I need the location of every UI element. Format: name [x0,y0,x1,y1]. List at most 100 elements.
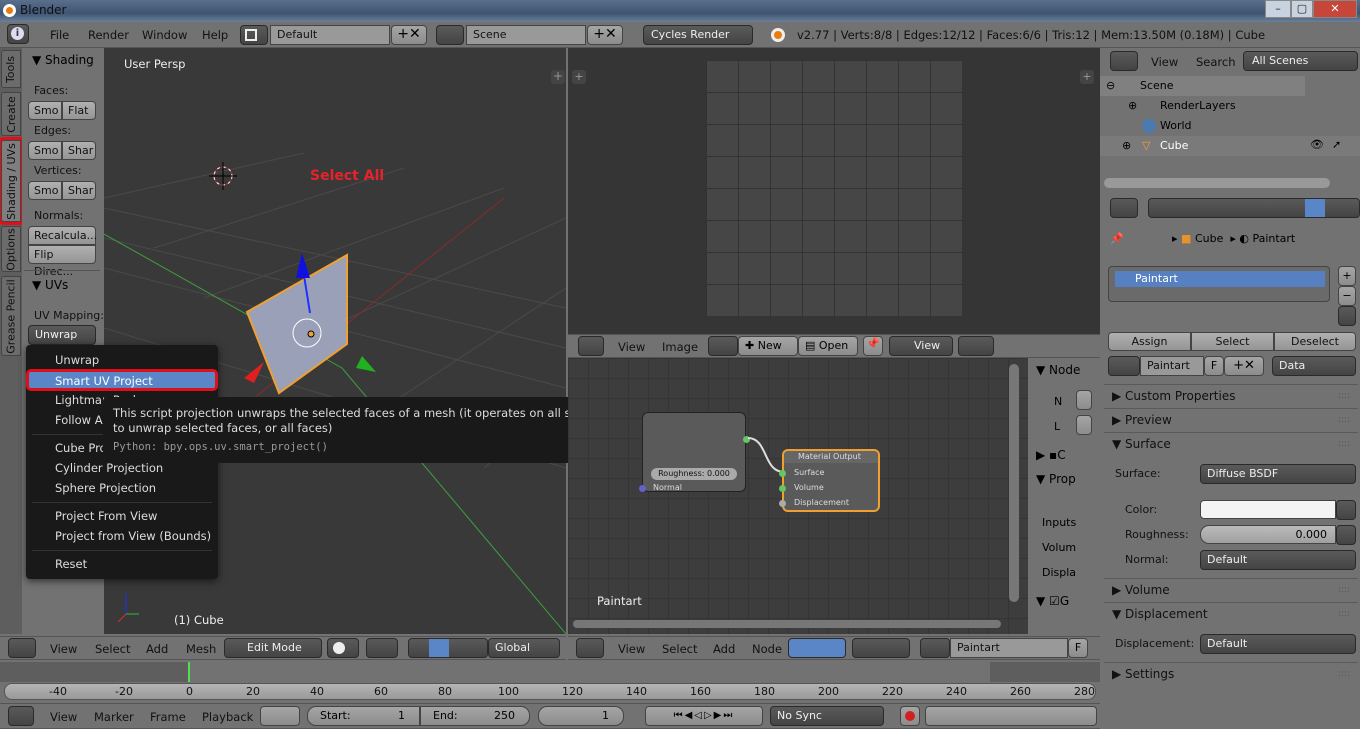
close-button[interactable]: ✕ [1313,0,1357,18]
pivot-point-dropdown[interactable] [366,638,398,658]
scene-field[interactable]: Scene [466,25,586,45]
link-dropdown[interactable]: Data [1272,356,1356,376]
settings-panel[interactable]: ▶ Settings:::: [1104,662,1358,684]
manipulator-buttons[interactable] [408,638,488,658]
new-delete-material[interactable]: +✕ [1224,356,1264,376]
menu-view[interactable]: View [50,710,77,724]
maximize-button[interactable]: ▢ [1291,0,1313,18]
menu-image[interactable]: Image [662,340,698,354]
normal-dropdown[interactable]: Default [1200,550,1356,570]
timeline-ruler[interactable]: -40 -20 0 20 40 60 80 100 120 140 160 18… [4,683,1096,700]
node-panel-header[interactable]: ▼ Node [1036,363,1080,377]
menu-add[interactable]: Add [146,642,168,656]
menu-frame[interactable]: Frame [150,710,186,724]
roughness-slider[interactable]: 0.000 [1200,525,1336,544]
visibility-eye-icon[interactable]: 👁 [1310,138,1324,151]
outliner-scrollbar[interactable] [1104,178,1330,188]
end-frame-field[interactable]: End: 250 [420,706,530,726]
sync-mode-dropdown[interactable]: No Sync [770,706,884,726]
name-field-icon[interactable] [1076,390,1092,410]
uv-image-editor[interactable]: + + [568,48,1100,334]
material-browse-icon[interactable] [920,638,950,658]
menu-mesh[interactable]: Mesh [186,642,216,656]
material-slot-item[interactable]: Paintart [1115,271,1325,287]
menu-file[interactable]: File [50,28,69,42]
menu-item-sphere-projection[interactable]: Sphere Projection [55,481,156,495]
select-button[interactable]: Select [1191,332,1274,351]
fake-user-button[interactable]: F [1068,638,1088,658]
edges-smooth-button[interactable]: Smo [28,141,62,160]
editor-type-node-icon[interactable] [576,638,604,658]
properties-context-tabs[interactable] [1148,198,1360,218]
volume-panel[interactable]: ▶ Volume:::: [1104,578,1358,600]
displacement-dropdown[interactable]: Default [1200,634,1356,654]
menu-window[interactable]: Window [142,28,187,42]
current-frame-marker[interactable] [188,662,190,682]
node-editor[interactable]: Roughness: 0.000 Normal Material Output … [568,358,1028,634]
material-browse-icon[interactable] [1108,356,1140,376]
outliner-row-scene[interactable]: ⊖ Scene [1100,76,1305,96]
tab-tools[interactable]: Tools [1,50,21,88]
menu-item-unwrap[interactable]: Unwrap [55,353,99,367]
assign-button[interactable]: Assign [1108,332,1191,351]
shading-panel-header[interactable]: ▼ Shading [32,53,94,67]
menu-item-smart-uv-project[interactable]: Smart UV Project [26,369,218,391]
menu-item-reset[interactable]: Reset [55,557,87,571]
faces-smooth-button[interactable]: Smo [28,101,62,120]
displacement-socket[interactable] [779,500,786,507]
outliner-row-renderlayers[interactable]: ⊕ RenderLayers [1100,96,1360,116]
outliner-row-world[interactable]: World [1100,116,1360,136]
material-output-node[interactable]: Material Output Surface Volume Displacem… [779,449,880,512]
vertices-smooth-button[interactable]: Smo [28,181,62,200]
menu-marker[interactable]: Marker [94,710,134,724]
selectable-cursor-icon[interactable]: ➚ [1332,138,1341,151]
menu-item-project-from-view[interactable]: Project From View [55,509,157,523]
editor-type-3d-icon[interactable] [8,638,36,658]
transform-orientation-dropdown[interactable]: Global [488,638,560,658]
playback-controls[interactable]: ⏮◀◁▷▶⏭ [645,706,763,726]
editor-type-timeline-icon[interactable] [8,706,34,726]
shader-type-buttons[interactable] [788,638,846,658]
tab-shading-uvs[interactable]: Shading / UVs [0,137,24,225]
uvs-panel-header[interactable]: ▼ UVs [32,278,68,292]
outliner-row-cube[interactable]: ⊕ ▽ Cube 👁 ➚ [1100,136,1360,156]
editor-type-info-icon[interactable]: i [7,24,29,44]
editor-type-properties-icon[interactable] [1110,198,1138,218]
start-frame-field[interactable]: Start: 1 [307,706,420,726]
editor-type-outliner-icon[interactable] [1110,51,1138,71]
faces-flat-button[interactable]: Flat [62,101,96,120]
label-field-icon[interactable] [1076,415,1092,435]
properties-panel-header[interactable]: ▼ Prop [1036,472,1076,486]
slot-specials-icon[interactable] [1338,306,1356,326]
viewport-shading-dropdown[interactable] [327,638,359,658]
custom-properties-panel[interactable]: ▶ Custom Properties:::: [1104,384,1358,406]
menu-select[interactable]: Select [95,642,130,656]
new-image-button[interactable]: ✚ New [738,336,798,356]
image-browse-icon[interactable] [708,336,738,356]
screen-layout-icon[interactable] [240,25,268,45]
recalculate-normals-button[interactable]: Recalcula... [28,226,97,245]
deselect-button[interactable]: Deselect [1274,332,1356,351]
menu-view[interactable]: View [1151,55,1178,69]
preview-range-lock-buttons[interactable] [260,706,300,726]
keying-set-field[interactable] [925,706,1097,726]
menu-render[interactable]: Render [88,28,129,42]
grease-pencil-panel-header[interactable]: ▼ ☑G [1036,594,1069,608]
menu-help[interactable]: Help [202,28,228,42]
open-image-button[interactable]: ▤ Open [798,336,858,356]
display-mode-dropdown[interactable]: All Scenes [1243,51,1358,71]
screen-layout-field[interactable]: Default [270,25,390,45]
pin-icon[interactable]: 📌 [1110,232,1124,245]
displacement-panel[interactable]: ▼ Displacement:::: [1104,602,1358,624]
tools-toggle-plus-icon[interactable]: + [572,70,586,84]
pivot-icon[interactable] [958,336,994,356]
scene-add-remove[interactable]: +✕ [587,25,623,45]
horizontal-scrollbar[interactable] [573,620,1001,628]
record-button[interactable] [900,706,920,726]
pin-icon[interactable]: 📌 [863,336,883,356]
surface-shader-dropdown[interactable]: Diffuse BSDF [1200,464,1356,484]
render-engine-dropdown[interactable]: Cycles Render [643,25,753,45]
mode-dropdown[interactable]: Edit Mode [224,638,322,658]
color-swatch[interactable] [1200,500,1336,519]
minimize-button[interactable]: – [1265,0,1291,18]
